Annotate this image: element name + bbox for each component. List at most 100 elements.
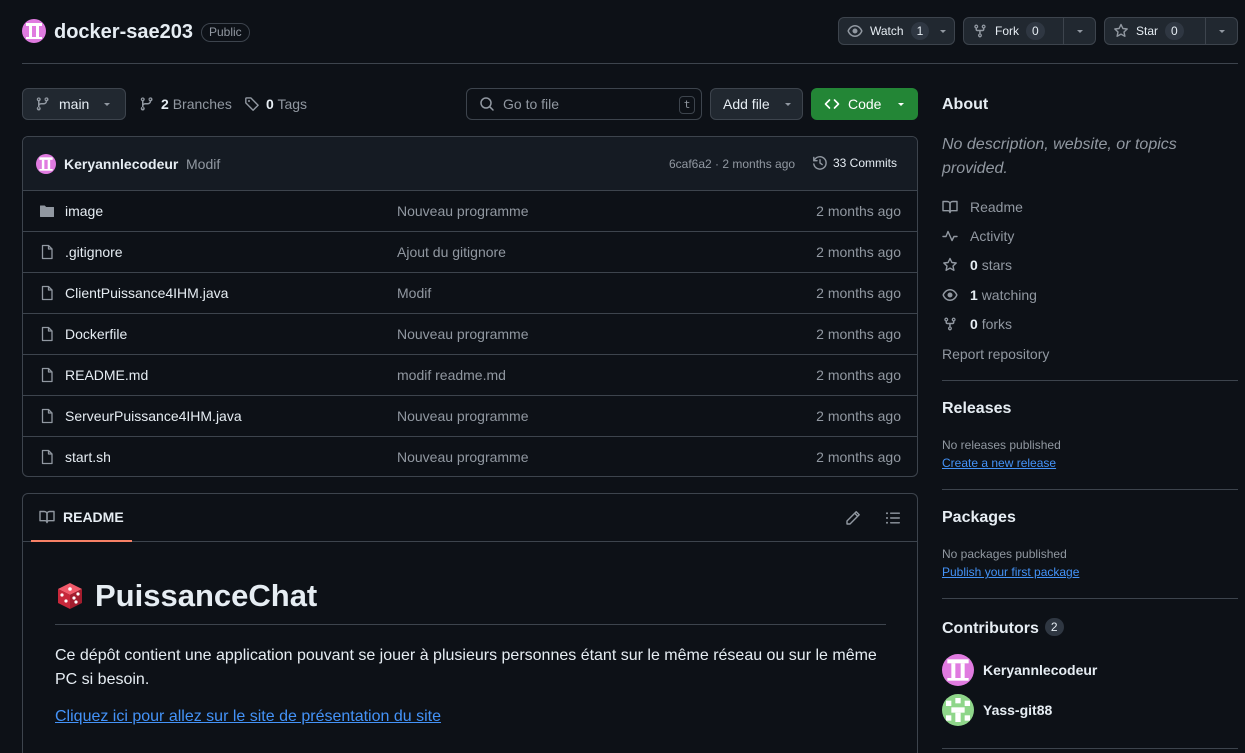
star-icon — [1113, 23, 1129, 39]
file-row[interactable]: README.md modif readme.md 2 months ago — [23, 355, 917, 396]
code-label: Code — [848, 96, 882, 112]
packages-title[interactable]: Packages — [942, 509, 1238, 527]
folder-icon — [39, 203, 55, 219]
contributors-header[interactable]: Contributors 2 — [942, 618, 1238, 638]
commits-link[interactable]: 33 Commits — [812, 155, 897, 171]
presentation-site-link[interactable]: Cliquez ici pour allez sur le site de pr… — [55, 708, 441, 726]
file-name[interactable]: ServeurPuissance4IHM.java — [65, 408, 242, 424]
file-icon — [39, 326, 55, 342]
file-commit-message[interactable]: Nouveau programme — [397, 203, 529, 219]
add-file-button[interactable]: Add file — [710, 88, 803, 120]
readme-panel: README PuissanceChat Ce dépôt contient u… — [22, 493, 918, 753]
fork-button[interactable]: Fork 0 — [963, 17, 1096, 45]
watch-button[interactable]: Watch 1 — [838, 17, 955, 45]
file-icon — [39, 285, 55, 301]
fork-icon — [972, 23, 988, 39]
branches-link[interactable]: 2 Branches — [139, 96, 232, 112]
report-repository-link[interactable]: Report repository — [942, 346, 1238, 362]
file-name[interactable]: start.sh — [65, 449, 111, 465]
readme-link-label: Readme — [970, 199, 1023, 215]
file-row[interactable]: ClientPuissance4IHM.java Modif 2 months ag… — [23, 273, 917, 314]
pencil-icon[interactable] — [845, 510, 861, 526]
contributor-item[interactable]: Yass-git88 — [942, 694, 1238, 726]
go-to-file-input[interactable]: Go to file t — [466, 88, 702, 120]
file-name[interactable]: .gitignore — [65, 244, 123, 260]
contributor-item[interactable]: Keryannlecodeur — [942, 654, 1238, 686]
heading-divider — [55, 624, 886, 625]
file-row[interactable]: Dockerfile Nouveau programme 2 months ago — [23, 314, 917, 355]
sidebar-item-readme[interactable]: Readme — [942, 199, 1238, 215]
avatar[interactable] — [36, 154, 56, 174]
contributor-name: Keryannlecodeur — [983, 662, 1098, 678]
code-button[interactable]: Code — [811, 88, 918, 120]
branch-name: main — [59, 96, 90, 112]
chevron-down-icon[interactable] — [1205, 18, 1237, 44]
star-count: 0 — [1165, 22, 1184, 40]
file-name[interactable]: image — [65, 203, 103, 219]
file-name[interactable]: Dockerfile — [65, 326, 127, 342]
file-icon — [39, 408, 55, 424]
sidebar-item-activity[interactable]: Activity — [942, 228, 1238, 244]
fork-icon — [942, 316, 958, 332]
watch-count: 1 — [910, 22, 930, 40]
list-icon[interactable] — [885, 510, 901, 526]
file-icon — [39, 244, 55, 260]
commit-author[interactable]: Keryannlecodeur — [64, 156, 178, 172]
code-icon — [824, 96, 840, 112]
star-button[interactable]: Star 0 — [1104, 17, 1238, 45]
commit-hash-time[interactable]: 6caf6a2 · 2 months ago — [669, 157, 795, 171]
releases-title[interactable]: Releases — [942, 400, 1238, 418]
file-name[interactable]: README.md — [65, 367, 148, 383]
repo-owner-avatar[interactable] — [22, 19, 46, 43]
file-icon — [39, 449, 55, 465]
sidebar-divider — [942, 598, 1238, 599]
file-commit-message[interactable]: Nouveau programme — [397, 326, 529, 342]
file-icon — [39, 367, 55, 383]
file-row[interactable]: start.sh Nouveau programme 2 months ago — [23, 437, 917, 476]
avatar — [942, 694, 974, 726]
forks-label: forks — [981, 316, 1013, 332]
sidebar-item-stars[interactable]: 0 stars — [942, 257, 1238, 273]
sidebar-item-forks[interactable]: 0 forks — [942, 316, 1238, 332]
branches-label: Branches — [172, 96, 232, 112]
star-icon — [942, 257, 958, 273]
create-release-link[interactable]: Create a new release — [942, 456, 1056, 470]
avatar — [942, 654, 974, 686]
add-file-label: Add file — [723, 96, 770, 112]
file-commit-date: 2 months ago — [816, 408, 901, 424]
file-row[interactable]: ServeurPuissance4IHM.java Nouveau program… — [23, 396, 917, 437]
tab-readme[interactable]: README — [31, 494, 132, 542]
sidebar-item-watching[interactable]: 1 watching — [942, 287, 1238, 303]
search-icon — [479, 96, 495, 112]
repo-name[interactable]: docker-sae203 — [54, 20, 193, 44]
file-commit-date: 2 months ago — [816, 244, 901, 260]
commit-message[interactable]: Modif — [186, 156, 220, 172]
file-commit-message[interactable]: Nouveau programme — [397, 408, 529, 424]
watch-label: Watch — [870, 24, 904, 38]
chevron-down-icon[interactable] — [1063, 18, 1095, 44]
readme-heading: PuissanceChat — [55, 578, 317, 614]
dice-icon — [55, 581, 85, 611]
file-commit-message[interactable]: Modif — [397, 285, 431, 301]
contributors-title: Contributors — [942, 620, 1039, 637]
file-commit-message[interactable]: Ajout du gitignore — [397, 244, 506, 260]
watching-label: watching — [981, 287, 1037, 303]
file-commit-message[interactable]: modif readme.md — [397, 367, 506, 383]
file-commit-date: 2 months ago — [816, 285, 901, 301]
file-commit-message[interactable]: Nouveau programme — [397, 449, 529, 465]
file-commit-date: 2 months ago — [816, 203, 901, 219]
publish-package-link[interactable]: Publish your first package — [942, 565, 1079, 579]
branch-icon — [139, 96, 155, 112]
book-icon — [39, 509, 55, 525]
about-title: About — [942, 96, 989, 113]
eye-icon — [847, 23, 863, 39]
file-commit-date: 2 months ago — [816, 326, 901, 342]
tags-link[interactable]: 0 Tags — [244, 96, 307, 112]
file-row[interactable]: .gitignore Ajout du gitignore 2 months ago — [23, 232, 917, 273]
file-name[interactable]: ClientPuissance4IHM.java — [65, 285, 228, 301]
readme-tab-label: README — [63, 509, 124, 525]
branch-selector[interactable]: main — [22, 88, 126, 120]
file-row[interactable]: image Nouveau programme 2 months ago — [23, 191, 917, 232]
fork-count: 0 — [1026, 22, 1045, 40]
file-commit-date: 2 months ago — [816, 367, 901, 383]
